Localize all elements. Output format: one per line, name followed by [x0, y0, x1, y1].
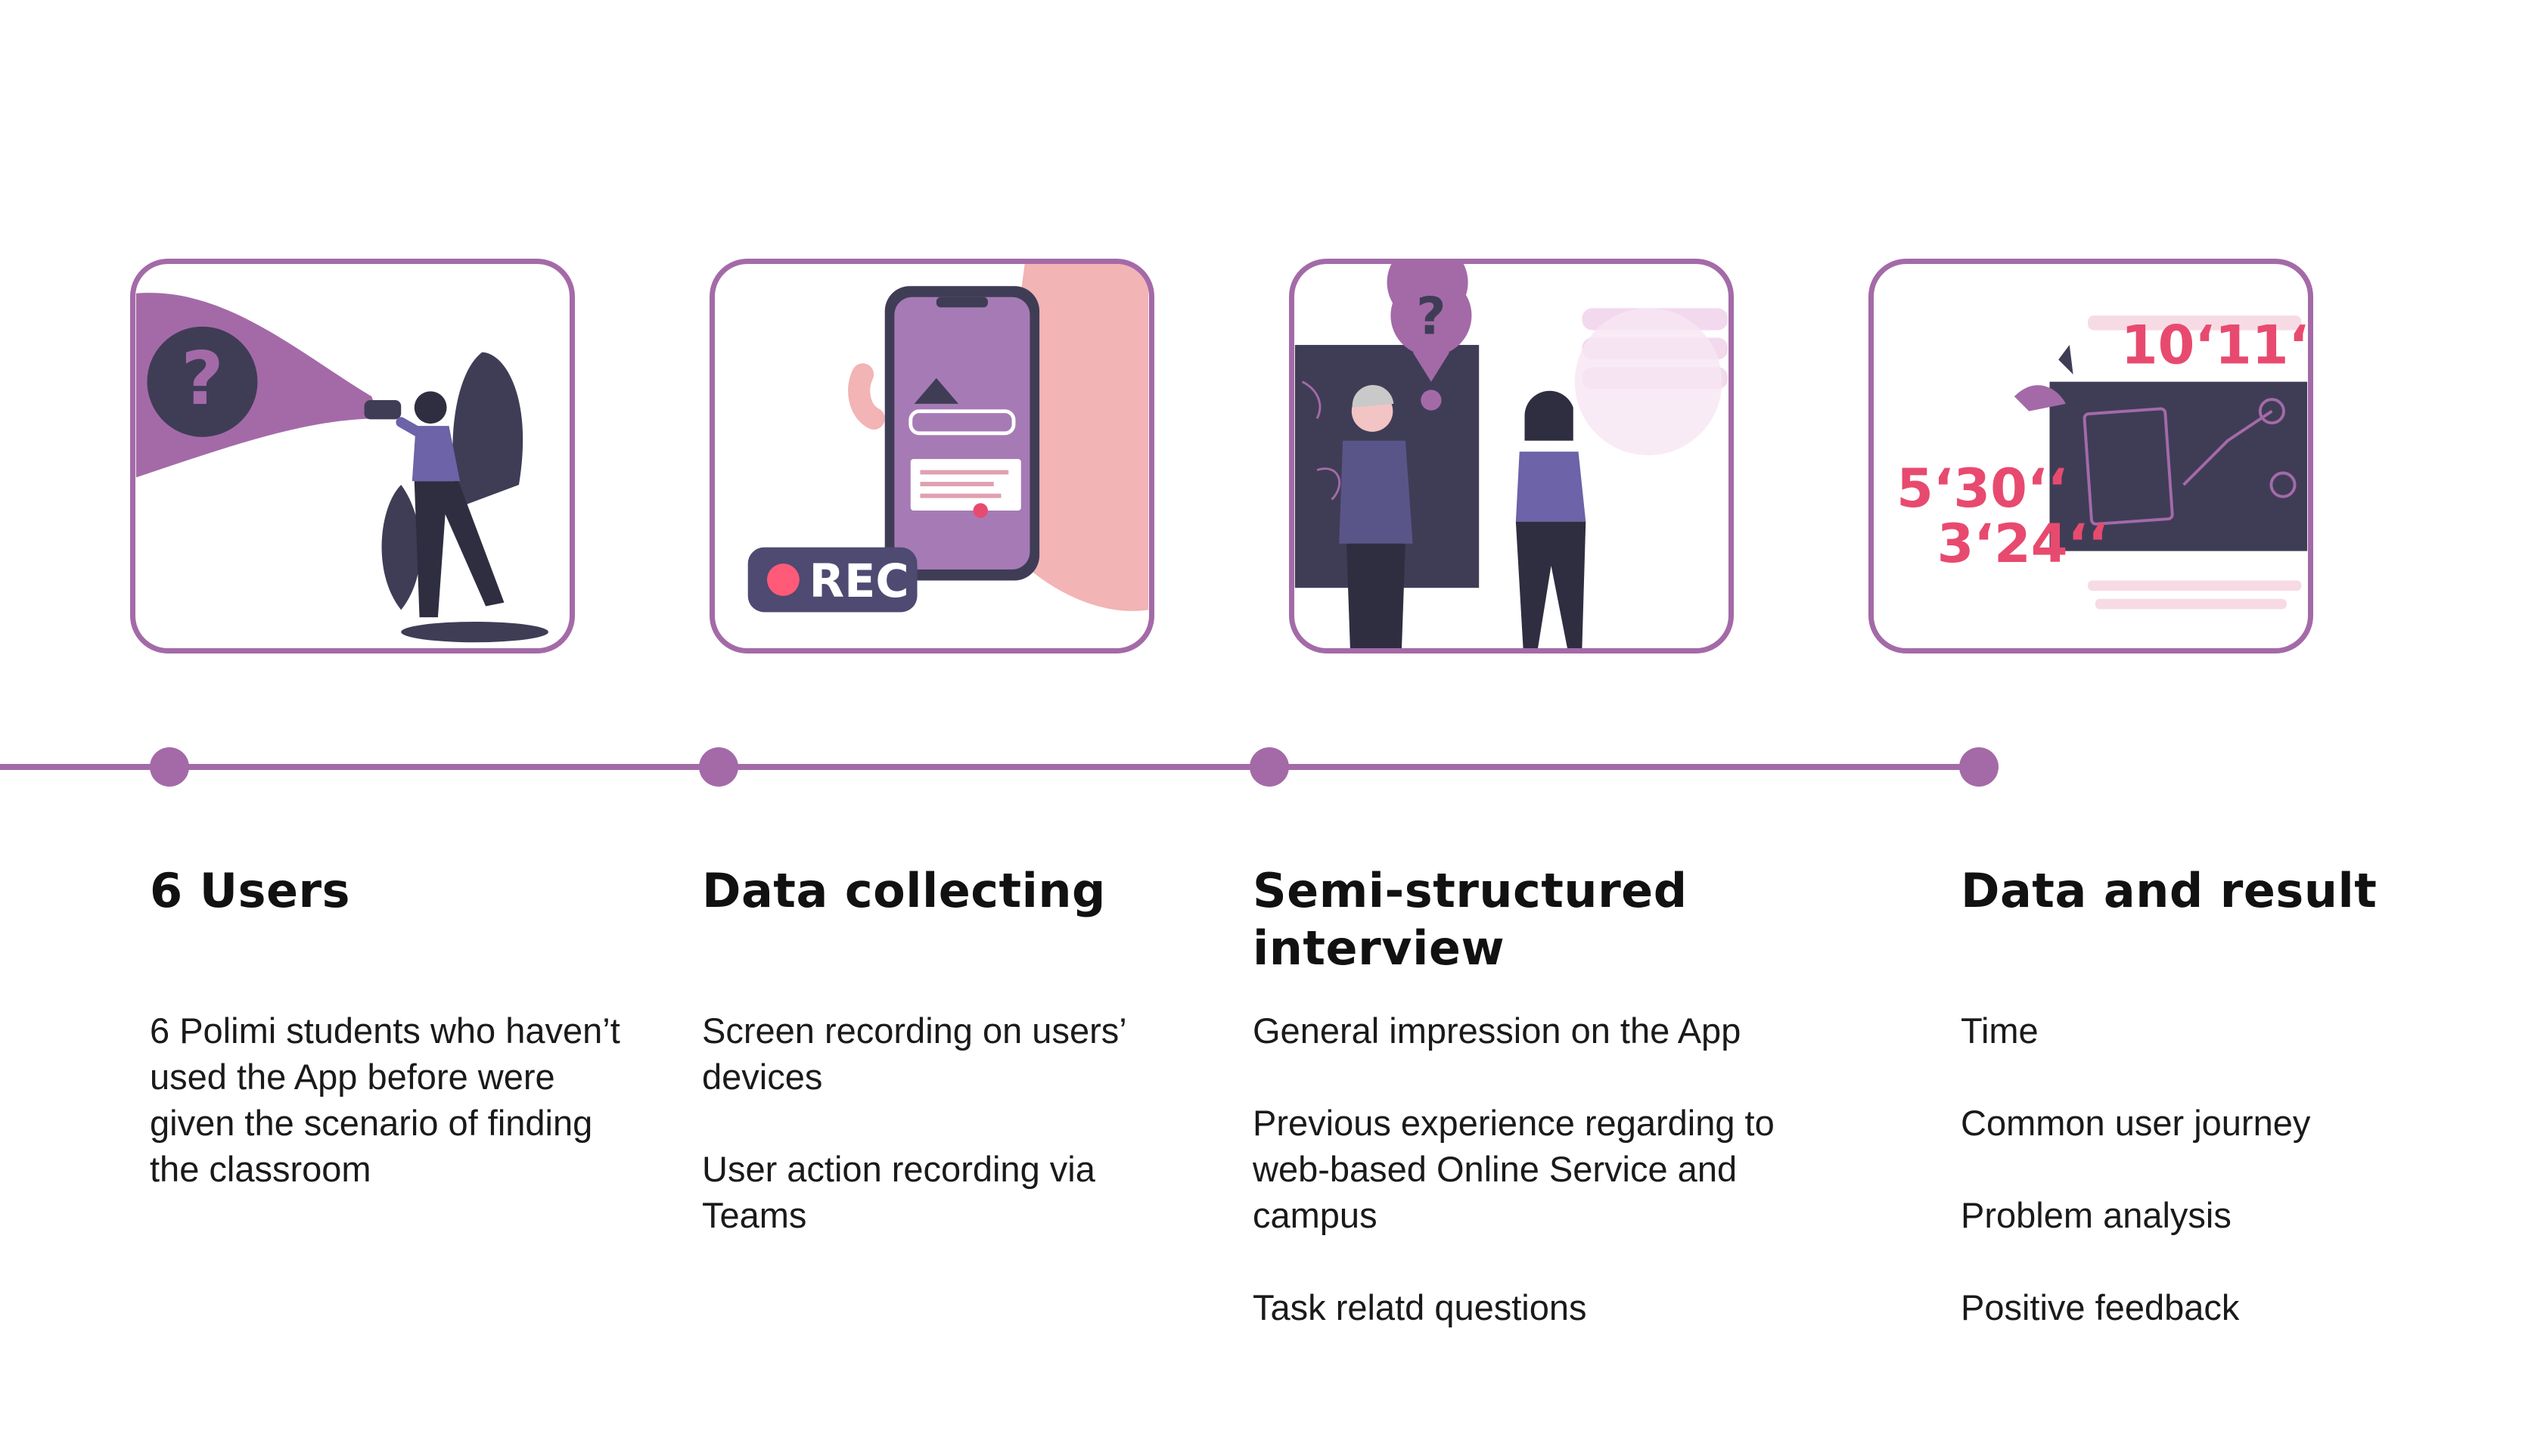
step-item: User action recording via Teams	[702, 1149, 1095, 1235]
step-interview: Semi-structured interview General impres…	[1253, 862, 1812, 1330]
step-data-collecting: Data collecting Screen recording on user…	[702, 862, 1126, 1238]
card-users: ?	[130, 259, 575, 653]
rec-badge: REC	[809, 555, 909, 608]
step-item: General impression on the App	[1253, 1011, 1741, 1051]
interview-illustration: ?	[1294, 264, 1728, 648]
step-title: Semi-structured interview	[1253, 863, 1688, 976]
step-title: 6 Users	[150, 863, 351, 918]
timeline-dot-4	[1959, 747, 1999, 787]
timeline-dot-2	[699, 747, 738, 787]
step-item: Problem analysis	[1961, 1195, 2232, 1235]
time-tag-3: 3‘24‘‘	[1937, 513, 2108, 575]
svg-text:?: ?	[1416, 287, 1446, 346]
time-tag-1: 10‘11‘‘	[2121, 314, 2308, 376]
phone-recording-illustration: REC	[747, 264, 1149, 613]
step-item: Task relatd questions	[1253, 1287, 1587, 1327]
svg-text:?: ?	[181, 336, 223, 421]
step-data-result: Data and result Time Common user journey…	[1961, 862, 2475, 1330]
card-data-collecting: REC	[710, 259, 1154, 653]
timeline-dot-3	[1250, 747, 1289, 787]
step-item: 6 Polimi students who haven’t used the A…	[150, 1011, 620, 1189]
step-item: Previous experience regarding to web-bas…	[1253, 1103, 1775, 1235]
flashlight-question-illustration: ?	[135, 293, 548, 643]
card-interview: ?	[1289, 259, 1734, 653]
step-item: Screen recording on users’ devices	[702, 1011, 1126, 1097]
step-item: Time	[1961, 1011, 2039, 1051]
timeline-line	[0, 764, 1982, 770]
step-item: Common user journey	[1961, 1103, 2311, 1143]
timeline-dot-1	[150, 747, 189, 787]
step-title: Data and result	[1961, 863, 2378, 918]
card-data-result: 10‘11‘‘ 5‘30‘‘ 3‘24‘‘	[1868, 259, 2313, 653]
time-tag-2: 5‘30‘‘	[1896, 458, 2067, 520]
step-users: 6 Users 6 Polimi students who haven’t us…	[150, 862, 649, 1192]
timing-results-illustration: 10‘11‘‘ 5‘30‘‘ 3‘24‘‘	[1896, 314, 2308, 610]
step-item: Positive feedback	[1961, 1287, 2240, 1327]
step-title: Data collecting	[702, 863, 1106, 918]
